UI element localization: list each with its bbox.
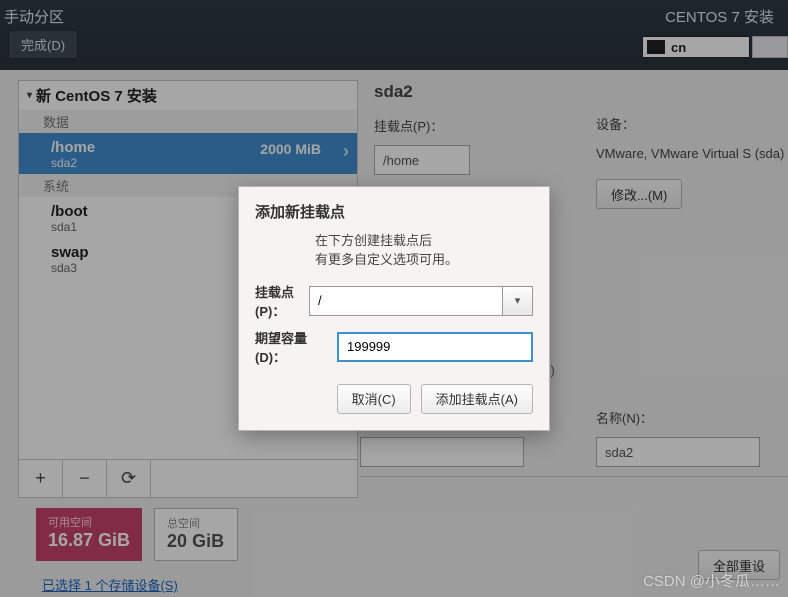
dialog-mount-label: 挂载点(P)： xyxy=(255,282,303,320)
dialog-size-row: 期望容量(D)： xyxy=(255,328,533,366)
add-mount-point-dialog: 添加新挂载点 在下方创建挂载点后 有更多自定义选项可用。 挂载点(P)： ▾ 期… xyxy=(238,186,550,431)
dialog-size-input[interactable] xyxy=(337,332,533,362)
dialog-mount-input[interactable] xyxy=(309,286,503,316)
add-mount-point-button[interactable]: 添加挂载点(A) xyxy=(421,384,533,414)
cancel-button[interactable]: 取消(C) xyxy=(337,384,411,414)
dialog-buttons: 取消(C) 添加挂载点(A) xyxy=(255,384,533,414)
dialog-size-label: 期望容量(D)： xyxy=(255,328,331,366)
dialog-description: 在下方创建挂载点后 有更多自定义选项可用。 xyxy=(315,232,533,270)
dropdown-icon[interactable]: ▾ xyxy=(503,286,533,316)
dialog-mount-combo[interactable]: ▾ xyxy=(309,286,533,316)
dialog-mount-row: 挂载点(P)： ▾ xyxy=(255,282,533,320)
watermark: CSDN @小冬瓜…… xyxy=(643,570,780,591)
dialog-title: 添加新挂载点 xyxy=(255,201,533,222)
